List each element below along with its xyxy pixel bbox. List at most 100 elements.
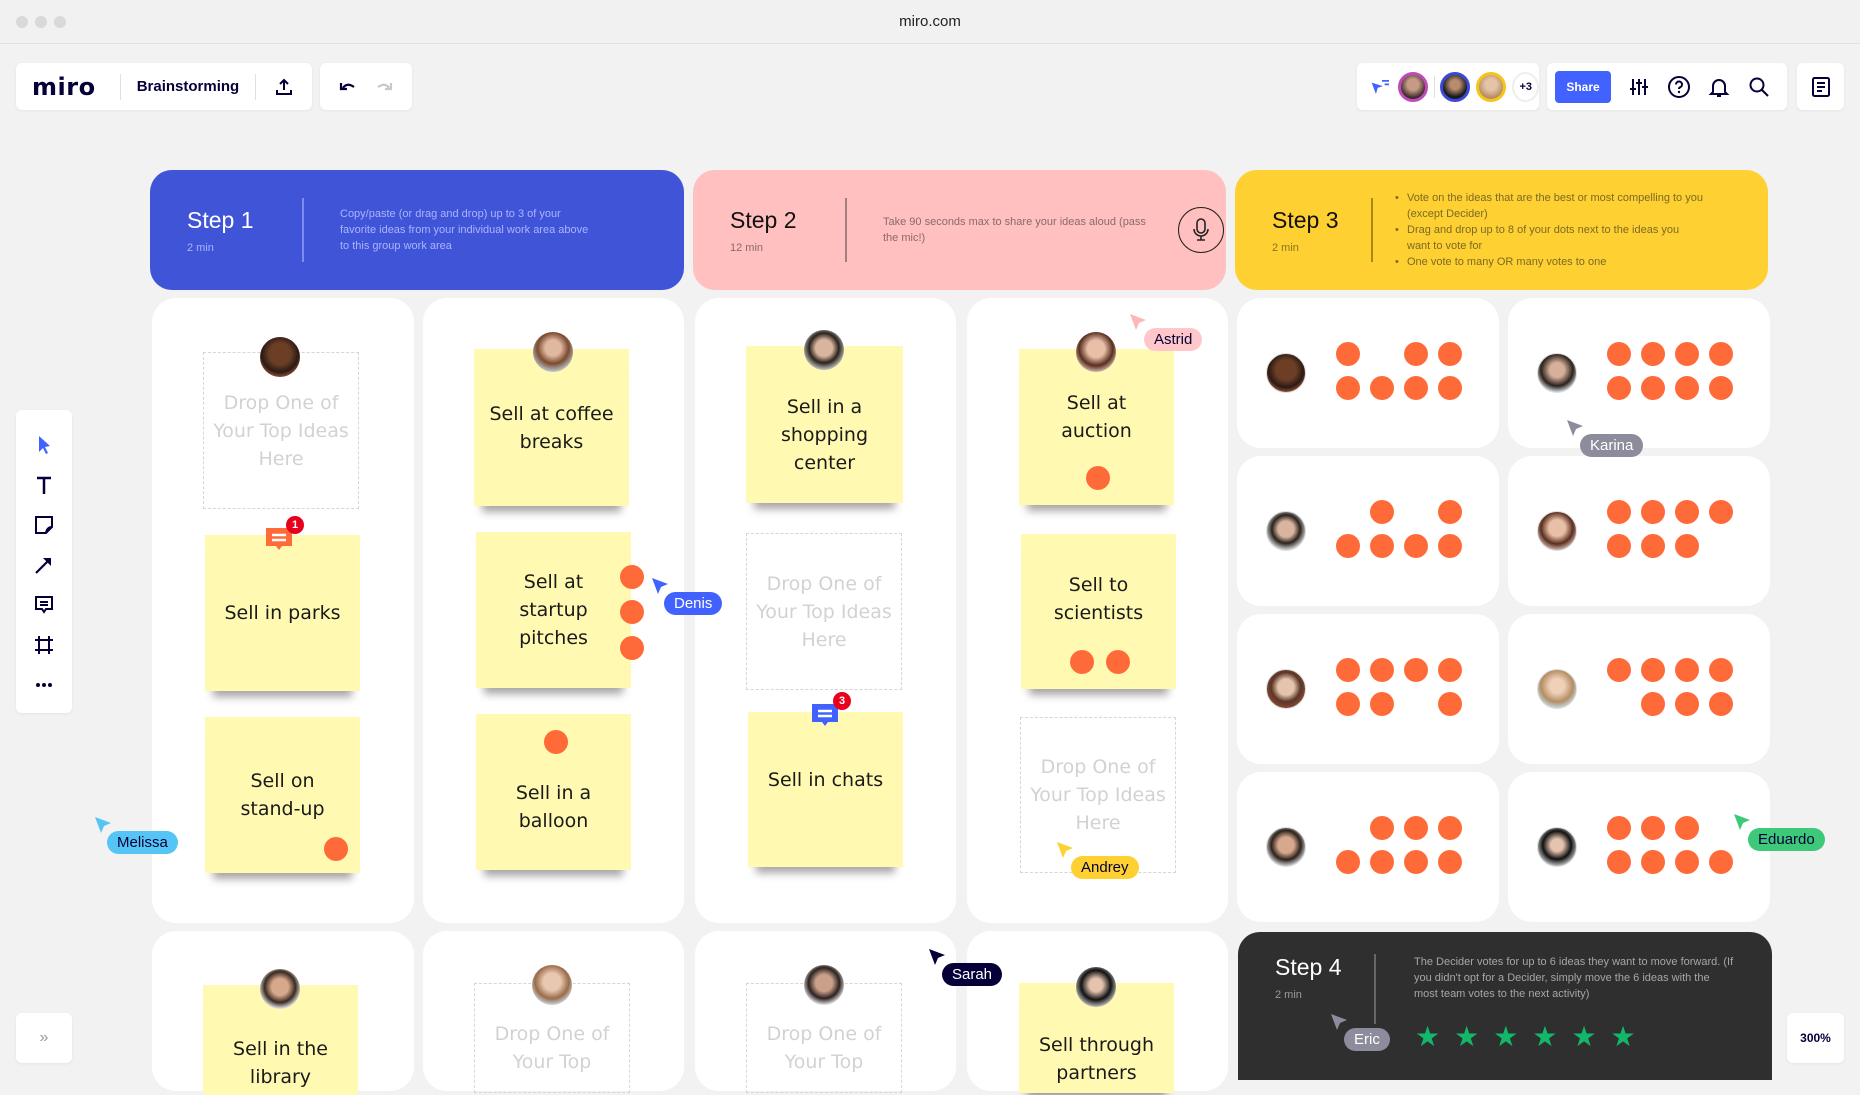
vote-dot[interactable] bbox=[1370, 692, 1394, 716]
sticky-note[interactable]: Sell at coffee breaks bbox=[474, 349, 629, 506]
vote-dot[interactable] bbox=[1709, 692, 1733, 716]
vote-dot[interactable] bbox=[1675, 850, 1699, 874]
collaborator-avatar[interactable] bbox=[1397, 71, 1428, 102]
share-button[interactable]: Share bbox=[1555, 70, 1611, 103]
vote-dot[interactable] bbox=[1404, 342, 1428, 366]
star-icon[interactable]: ★ bbox=[1493, 1020, 1518, 1053]
frame-tool[interactable] bbox=[24, 626, 64, 664]
sticky-note[interactable]: Sell in chats bbox=[748, 712, 903, 867]
star-icon[interactable]: ★ bbox=[1532, 1020, 1557, 1053]
zoom-level-button[interactable]: 300% bbox=[1787, 1013, 1844, 1063]
vote-dot[interactable] bbox=[1070, 650, 1094, 674]
vote-dot[interactable] bbox=[1438, 816, 1462, 840]
vote-dot[interactable] bbox=[620, 600, 644, 624]
vote-dot[interactable] bbox=[1709, 658, 1733, 682]
vote-dot[interactable] bbox=[1675, 342, 1699, 366]
vote-dot[interactable] bbox=[1438, 500, 1462, 524]
follow-cursor-icon[interactable] bbox=[1369, 76, 1392, 98]
star-icon[interactable]: ★ bbox=[1415, 1020, 1440, 1053]
vote-dot[interactable] bbox=[1641, 342, 1665, 366]
vote-dot[interactable] bbox=[1438, 342, 1462, 366]
connection-line-tool[interactable] bbox=[24, 546, 64, 584]
vote-dot[interactable] bbox=[1336, 534, 1360, 558]
vote-dot[interactable] bbox=[1370, 534, 1394, 558]
export-button[interactable] bbox=[256, 63, 312, 110]
vote-dot[interactable] bbox=[1675, 500, 1699, 524]
vote-dot[interactable] bbox=[1607, 376, 1631, 400]
vote-dot[interactable] bbox=[1370, 850, 1394, 874]
vote-dot[interactable] bbox=[1641, 500, 1665, 524]
vote-dot[interactable] bbox=[1336, 658, 1360, 682]
vote-dot[interactable] bbox=[620, 636, 644, 660]
settings-button[interactable] bbox=[1619, 67, 1659, 107]
vote-dot[interactable] bbox=[1336, 850, 1360, 874]
vote-dot[interactable] bbox=[1404, 816, 1428, 840]
undo-icon[interactable] bbox=[338, 77, 358, 97]
vote-dot[interactable] bbox=[1675, 534, 1699, 558]
vote-dot[interactable] bbox=[1336, 342, 1360, 366]
vote-dot[interactable] bbox=[1607, 850, 1631, 874]
select-tool[interactable] bbox=[24, 426, 64, 464]
url-text[interactable]: miro.com bbox=[0, 13, 1860, 30]
sticky-note[interactable]: Sell at startup pitches bbox=[476, 532, 631, 688]
more-tools-button[interactable] bbox=[24, 666, 64, 704]
vote-dot[interactable] bbox=[1438, 658, 1462, 682]
board-name[interactable]: Brainstorming bbox=[121, 78, 256, 95]
comment-thread-button[interactable]: 1 bbox=[264, 516, 304, 554]
vote-dot[interactable] bbox=[1641, 816, 1665, 840]
collaborator-avatar[interactable] bbox=[1440, 71, 1471, 102]
vote-dot[interactable] bbox=[1607, 534, 1631, 558]
vote-dot[interactable] bbox=[1404, 658, 1428, 682]
star-icon[interactable]: ★ bbox=[1571, 1020, 1596, 1053]
more-collaborators-badge[interactable]: +3 bbox=[1512, 71, 1539, 102]
redo-icon[interactable] bbox=[374, 77, 394, 97]
idea-drop-zone[interactable]: Drop One of Your Top Ideas Here bbox=[1020, 717, 1176, 873]
notifications-button[interactable] bbox=[1699, 67, 1739, 107]
idea-drop-zone[interactable]: Drop One of Your Top Ideas Here bbox=[746, 533, 902, 690]
vote-dot[interactable] bbox=[1607, 658, 1631, 682]
vote-dot[interactable] bbox=[1438, 692, 1462, 716]
vote-dot[interactable] bbox=[324, 837, 348, 861]
vote-dot[interactable] bbox=[1641, 376, 1665, 400]
vote-dot[interactable] bbox=[1709, 376, 1733, 400]
vote-dot[interactable] bbox=[1336, 692, 1360, 716]
vote-dot[interactable] bbox=[1370, 816, 1394, 840]
notes-button[interactable] bbox=[1797, 63, 1844, 110]
vote-dot[interactable] bbox=[1404, 376, 1428, 400]
vote-dot[interactable] bbox=[620, 565, 644, 589]
star-icon[interactable]: ★ bbox=[1611, 1020, 1636, 1053]
expand-panel-button[interactable]: » bbox=[16, 1013, 72, 1063]
vote-dot[interactable] bbox=[1675, 816, 1699, 840]
help-button[interactable] bbox=[1659, 67, 1699, 107]
vote-dot[interactable] bbox=[1607, 500, 1631, 524]
vote-dot[interactable] bbox=[1404, 534, 1428, 558]
vote-dot[interactable] bbox=[1709, 342, 1733, 366]
vote-dot[interactable] bbox=[1370, 500, 1394, 524]
vote-dot[interactable] bbox=[1404, 850, 1428, 874]
vote-dot[interactable] bbox=[1438, 534, 1462, 558]
search-button[interactable] bbox=[1739, 67, 1779, 107]
text-tool[interactable] bbox=[24, 466, 64, 504]
vote-dot[interactable] bbox=[1438, 376, 1462, 400]
vote-dot[interactable] bbox=[1675, 692, 1699, 716]
vote-dot[interactable] bbox=[1106, 650, 1130, 674]
vote-dot[interactable] bbox=[1675, 658, 1699, 682]
vote-dot[interactable] bbox=[1641, 692, 1665, 716]
vote-dot[interactable] bbox=[1086, 466, 1110, 490]
vote-dot[interactable] bbox=[1438, 850, 1462, 874]
vote-dot[interactable] bbox=[1370, 658, 1394, 682]
vote-dot[interactable] bbox=[1641, 658, 1665, 682]
vote-dot[interactable] bbox=[1709, 500, 1733, 524]
comment-tool[interactable] bbox=[24, 586, 64, 624]
vote-dot[interactable] bbox=[1607, 816, 1631, 840]
vote-dot[interactable] bbox=[1709, 850, 1733, 874]
vote-dot[interactable] bbox=[1370, 376, 1394, 400]
vote-dot[interactable] bbox=[1607, 342, 1631, 366]
collaborator-avatar[interactable] bbox=[1476, 71, 1507, 102]
sticky-note[interactable]: Sell in parks bbox=[205, 535, 360, 691]
vote-dot[interactable] bbox=[1675, 376, 1699, 400]
sticky-note[interactable]: Sell to scientists bbox=[1021, 534, 1176, 689]
vote-dot[interactable] bbox=[1336, 376, 1360, 400]
comment-thread-button[interactable]: 3 bbox=[810, 692, 851, 730]
vote-dot[interactable] bbox=[1641, 850, 1665, 874]
